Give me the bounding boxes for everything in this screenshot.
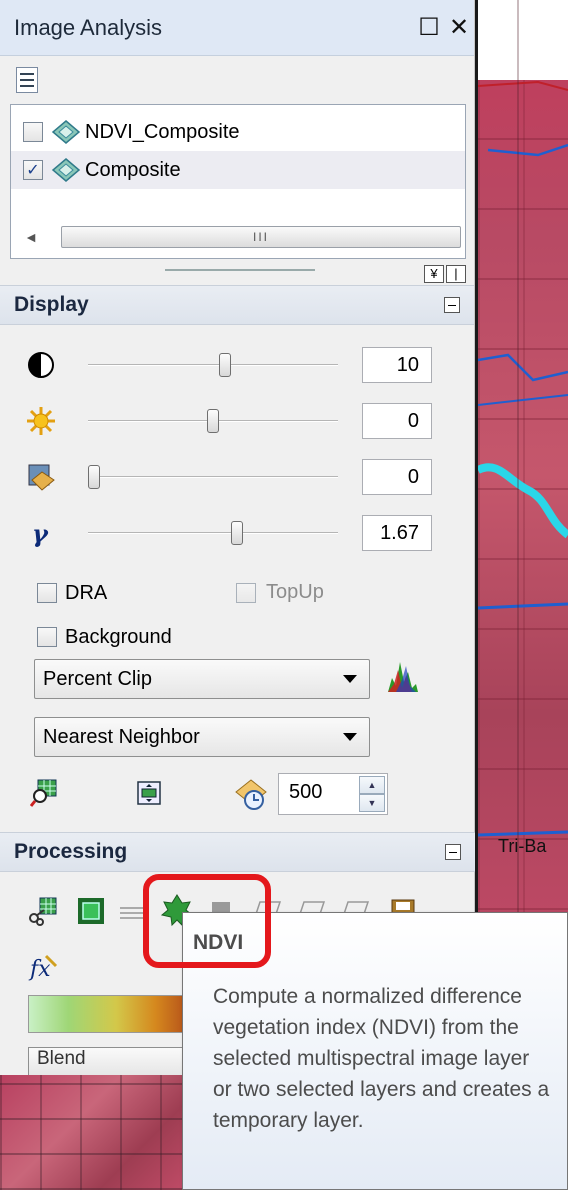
dra-checkbox[interactable] [37, 583, 57, 603]
transparency-slider-row: 0 [0, 449, 474, 505]
maximize-button[interactable]: ☐ [414, 13, 444, 42]
stepper-up-icon[interactable]: ▲ [359, 776, 385, 794]
highlight-annotation [143, 874, 271, 968]
processing-section-header[interactable]: Processing [0, 832, 475, 872]
clip-icon[interactable] [28, 896, 58, 926]
layer-toolbar [0, 56, 474, 104]
svg-text:fx: fx [28, 957, 51, 982]
background-checkbox[interactable] [37, 627, 57, 647]
panel-splitter[interactable]: ¥ | [0, 259, 474, 285]
collapse-processing-icon[interactable] [445, 844, 461, 860]
zoom-to-raster-icon[interactable] [30, 778, 60, 808]
contrast-slider-row: 10 [0, 337, 474, 393]
layer-list: NDVI_Composite ✓ Composite ◄ III ► [10, 104, 466, 259]
window-title: Image Analysis [14, 14, 162, 40]
function-icon[interactable]: fx [28, 952, 58, 982]
window-titlebar[interactable]: Image Analysis ☐ ✕ [0, 0, 474, 56]
brightness-value[interactable]: 0 [362, 403, 432, 439]
slider-knob[interactable] [207, 409, 219, 433]
stretch-type-select[interactable]: Percent Clip [34, 659, 370, 699]
splitter-grip[interactable] [165, 269, 315, 271]
chevron-down-icon [343, 733, 357, 741]
brightness-slider-row: 0 [0, 393, 474, 449]
gamma-value[interactable]: 1.67 [362, 515, 432, 551]
stretch-type-value: Percent Clip [43, 667, 152, 690]
transparency-icon [28, 464, 55, 491]
gamma-slider[interactable] [88, 532, 338, 534]
slider-knob[interactable] [230, 521, 243, 545]
fit-to-screen-icon[interactable] [136, 780, 162, 806]
dra-row: DRA TopUp [0, 571, 474, 615]
brightness-icon [27, 407, 55, 435]
display-title: Display [14, 293, 89, 316]
transparency-value[interactable]: 0 [362, 459, 432, 495]
pin-icon[interactable]: | [446, 265, 466, 283]
layer-name: NDVI_Composite [85, 120, 240, 143]
raster-layer-icon [51, 120, 81, 144]
mask-icon[interactable] [76, 896, 106, 926]
map-label: Tri-Ba [498, 836, 547, 856]
resampling-select[interactable]: Nearest Neighbor [34, 717, 370, 757]
contrast-slider[interactable] [88, 364, 338, 366]
close-button[interactable]: ✕ [444, 13, 474, 42]
transparency-slider[interactable] [88, 476, 338, 478]
horizontal-scrollbar[interactable]: ◄ III ► [19, 224, 461, 250]
slider-knob[interactable] [218, 353, 231, 377]
blend-select[interactable]: Blend [28, 1047, 188, 1075]
histogram-icon[interactable] [386, 658, 420, 694]
map-overview [0, 1075, 190, 1190]
contrast-value[interactable]: 10 [362, 347, 432, 383]
scrollbar-thumb[interactable]: III [61, 226, 461, 248]
slider-knob[interactable] [88, 465, 100, 489]
dra-label: DRA [65, 581, 108, 604]
layer-checkbox[interactable]: ✓ [23, 160, 43, 180]
gamma-icon: γ [32, 519, 49, 548]
refresh-interval-icon[interactable] [234, 778, 268, 812]
contrast-icon [28, 352, 54, 378]
svg-text:γ: γ [32, 519, 49, 548]
background-row: Background [0, 615, 474, 659]
refresh-interval-stepper[interactable]: 500 ▲ ▼ [278, 773, 388, 815]
list-options-icon[interactable] [16, 67, 38, 93]
scroll-left-icon[interactable]: ◄ [19, 229, 43, 245]
tooltip-body: Compute a normalized difference vegetati… [213, 985, 550, 1132]
topup-label: TopUp [266, 581, 324, 603]
processing-title: Processing [14, 840, 128, 863]
background-label: Background [65, 625, 172, 648]
collapse-all-icon[interactable]: ¥ [424, 265, 444, 283]
list-item[interactable]: NDVI_Composite [11, 113, 465, 151]
topup-checkbox[interactable] [236, 583, 256, 603]
chevron-down-icon [343, 675, 357, 683]
layer-checkbox[interactable] [23, 122, 43, 142]
refresh-interval-value[interactable]: 500 [289, 781, 322, 804]
display-section-header[interactable]: Display [0, 285, 474, 325]
stepper-down-icon[interactable]: ▼ [359, 794, 385, 812]
scrollbar-track[interactable]: III [43, 225, 461, 249]
raster-layer-icon [51, 158, 81, 182]
resampling-value: Nearest Neighbor [43, 725, 200, 748]
list-item[interactable]: ✓ Composite [11, 151, 465, 189]
layer-name: Composite [85, 158, 181, 181]
collapse-display-icon[interactable] [444, 297, 460, 313]
gamma-slider-row: γ 1.67 [0, 505, 474, 561]
color-ramp[interactable] [28, 995, 188, 1033]
